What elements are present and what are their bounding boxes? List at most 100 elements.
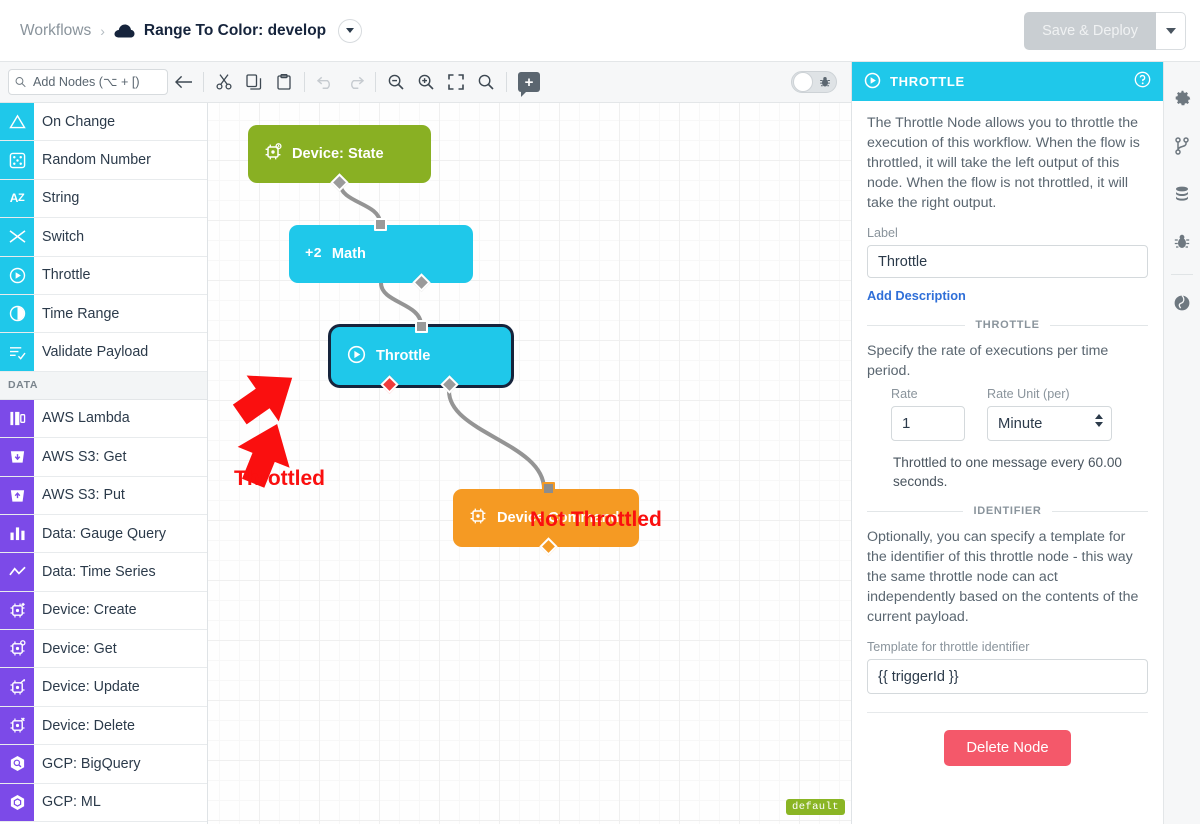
deploy-dropdown-button[interactable] [1156, 11, 1186, 50]
paste-button[interactable] [269, 67, 299, 97]
bug-icon [820, 76, 830, 87]
sidebar-item-label: Random Number [42, 152, 151, 169]
rate-field-group: Rate [891, 387, 965, 441]
bucket-down-icon [0, 438, 34, 476]
canvas-node-throttle[interactable]: Throttle [331, 320, 511, 394]
sidebar-item-gcp-bigquery[interactable]: GCP: BigQuery [0, 745, 207, 784]
rate-unit-select[interactable]: Minute [987, 406, 1112, 441]
plus-icon: + [524, 73, 534, 91]
sidebar-item-label: Device: Update [42, 679, 140, 696]
node-input-port[interactable] [542, 482, 555, 495]
save-and-deploy-button[interactable]: Save & Deploy [1024, 11, 1156, 50]
sidebar-item-time-range[interactable]: Time Range [0, 294, 207, 334]
top-bar: Workflows › Range To Color: develop Save… [0, 0, 1200, 62]
label-input[interactable] [867, 245, 1148, 278]
sidebar-item-switch[interactable]: Switch [0, 218, 207, 257]
sidebar-item-device-delete[interactable]: Device: Delete [0, 706, 207, 746]
panel-title-group: THROTTLE [864, 72, 965, 92]
add-description-link[interactable]: Add Description [867, 288, 966, 303]
workflow-menu-button[interactable] [338, 18, 363, 43]
panel-title: THROTTLE [890, 74, 965, 89]
play-circle-icon [347, 345, 366, 368]
sidebar-item-aws-s3-get[interactable]: AWS S3: Get [0, 438, 207, 477]
gcp-ml-icon [0, 783, 34, 822]
sidebar-item-validate-payload[interactable]: Validate Payload [0, 333, 207, 372]
node-properties-panel: THROTTLE The Throttle Node allows you to… [851, 62, 1163, 824]
sidebar-item-label: String [42, 190, 80, 207]
sidebar-item-random-number[interactable]: Random Number [0, 141, 207, 180]
sidebar-item-data-time-series[interactable]: Data: Time Series [0, 553, 207, 592]
shuffle-icon [0, 218, 34, 256]
workflow-canvas[interactable]: Device: State +2 Math Throttle Device Co [208, 103, 851, 824]
line-chart-icon [0, 553, 34, 591]
rail-versions-button[interactable] [1164, 124, 1200, 172]
debug-toggle[interactable] [791, 71, 837, 93]
search-icon [15, 77, 26, 88]
delete-section: Delete Node [867, 712, 1148, 766]
throttle-hint: Throttled to one message every 60.00 sec… [893, 455, 1122, 489]
sidebar-item-string[interactable]: AZ String [0, 179, 207, 219]
toggle-knob [793, 72, 813, 92]
rate-input[interactable] [891, 406, 965, 441]
breadcrumb-separator: › [100, 22, 105, 39]
node-palette-sidebar[interactable]: On Change Random Number AZ String Switch… [0, 103, 208, 824]
rate-unit-label: Rate Unit (per) [987, 387, 1070, 401]
sidebar-item-gcp-ml[interactable]: GCP: ML [0, 783, 207, 823]
undo-button[interactable] [310, 67, 340, 97]
rail-globals-button[interactable] [1164, 281, 1200, 329]
toolbar-divider [304, 72, 305, 92]
identifier-input[interactable] [867, 659, 1148, 694]
sidebar-item-on-change[interactable]: On Change [0, 103, 207, 142]
panel-description: The Throttle Node allows you to throttle… [867, 115, 1140, 211]
globe-icon [1173, 294, 1191, 317]
chip-plus-icon [0, 591, 34, 630]
breadcrumb-workflows[interactable]: Workflows [20, 22, 91, 40]
add-note-button[interactable]: + [518, 72, 540, 97]
add-nodes-search[interactable] [8, 69, 168, 95]
sidebar-item-label: Time Range [42, 305, 120, 322]
sidebar-section-data: DATA [0, 371, 207, 400]
zoom-out-button[interactable] [381, 67, 411, 97]
back-button[interactable] [168, 67, 198, 97]
right-icon-rail [1163, 62, 1200, 824]
az-sort-icon: AZ [0, 179, 34, 218]
sidebar-item-label: Throttle [42, 267, 91, 284]
version-badge: default [786, 799, 845, 815]
rail-storage-button[interactable] [1164, 172, 1200, 220]
sidebar-item-device-get[interactable]: Device: Get [0, 630, 207, 669]
delete-node-button[interactable]: Delete Node [944, 730, 1071, 766]
sidebar-item-aws-s3-put[interactable]: AWS S3: Put [0, 476, 207, 515]
workflow-editor: Workflows › Range To Color: develop Save… [0, 0, 1200, 824]
breadcrumb: Workflows › Range To Color: develop [20, 18, 363, 43]
rail-divider [1171, 274, 1193, 275]
fit-to-screen-button[interactable] [441, 67, 471, 97]
panel-header: THROTTLE [852, 62, 1163, 101]
canvas-node-math[interactable]: +2 Math [289, 218, 473, 292]
sidebar-item-label: AWS S3: Get [42, 448, 127, 465]
canvas-node-device-state[interactable]: Device: State [248, 125, 431, 192]
zoom-reset-button[interactable] [471, 67, 501, 97]
chip-cmd-icon [469, 507, 487, 529]
sidebar-item-label: Data: Time Series [42, 563, 156, 580]
sidebar-item-device-create[interactable]: Device: Create [0, 591, 207, 631]
cut-button[interactable] [209, 67, 239, 97]
zoom-in-button[interactable] [411, 67, 441, 97]
sidebar-item-device-update[interactable]: Device: Update [0, 668, 207, 707]
rail-settings-button[interactable] [1164, 76, 1200, 124]
identifier-section-label: IDENTIFIER [973, 505, 1042, 517]
sidebar-item-throttle[interactable]: Throttle [0, 256, 207, 295]
redo-button[interactable] [340, 67, 370, 97]
deploy-button-group: Save & Deploy [1024, 11, 1186, 50]
sidebar-item-data-gauge-query[interactable]: Data: Gauge Query [0, 514, 207, 554]
annotation-throttled: Throttled [234, 467, 325, 490]
triangle-icon [0, 103, 34, 141]
search-input[interactable] [31, 74, 161, 90]
question-circle-icon[interactable] [1134, 71, 1151, 93]
rail-debug-button[interactable] [1164, 220, 1200, 268]
copy-button[interactable] [239, 67, 269, 97]
throttle-description: Specify the rate of executions per time … [867, 343, 1109, 379]
throttle-section-header: THROTTLE [867, 319, 1148, 331]
node-input-port[interactable] [415, 320, 428, 333]
sidebar-item-aws-lambda[interactable]: AWS Lambda [0, 399, 207, 439]
node-input-port[interactable] [374, 218, 387, 231]
